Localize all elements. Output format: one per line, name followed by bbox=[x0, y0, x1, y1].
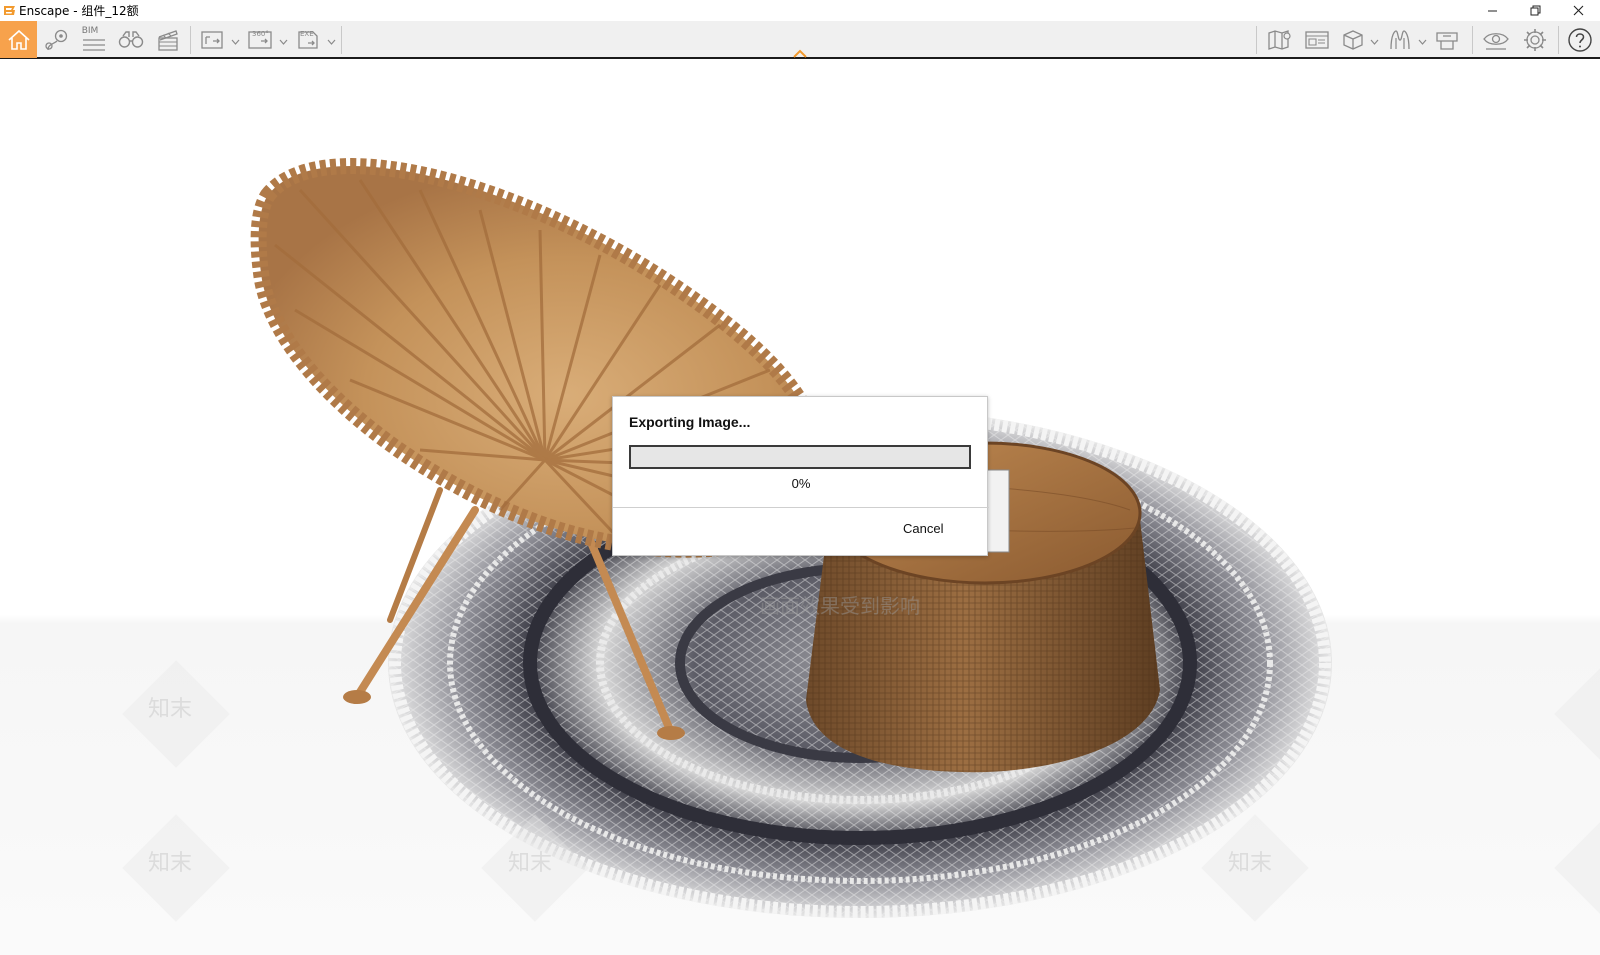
binoculars-icon bbox=[118, 30, 144, 48]
chevron-down-icon bbox=[231, 39, 240, 45]
bim-button[interactable]: BIM bbox=[77, 21, 111, 58]
title-bar: Enscape - 组件_12额 bbox=[0, 0, 1600, 21]
home-icon bbox=[7, 29, 30, 50]
orthographic-view-button[interactable] bbox=[1338, 21, 1368, 58]
mood-dropdown[interactable] bbox=[1418, 37, 1427, 46]
panorama-export-dropdown[interactable] bbox=[279, 37, 288, 46]
cancel-button[interactable]: Cancel bbox=[903, 521, 943, 536]
exe-label: EXE bbox=[300, 30, 314, 38]
export-progress-bar bbox=[629, 445, 971, 469]
progress-percent: 0% bbox=[791, 476, 811, 491]
watermark-text: 知末 bbox=[1228, 851, 1273, 876]
visual-settings-button[interactable] bbox=[1478, 21, 1514, 58]
chevron-down-icon bbox=[1370, 39, 1379, 45]
video-editor-button[interactable] bbox=[151, 21, 185, 58]
toolbar-separator bbox=[1256, 26, 1257, 54]
mood-icon bbox=[1390, 29, 1410, 49]
bim-label: BIM bbox=[81, 26, 99, 36]
panorama-export-button[interactable]: 360° bbox=[246, 21, 276, 58]
watermark-center-text: 画面效果受到影响 bbox=[760, 594, 920, 618]
toolbar-separator bbox=[341, 26, 342, 54]
chevron-up-icon bbox=[793, 49, 807, 58]
map-button[interactable] bbox=[1263, 21, 1297, 58]
visual-settings-icon bbox=[1483, 32, 1509, 50]
chevron-down-icon bbox=[1418, 39, 1427, 45]
dialog-title: Exporting Image... bbox=[629, 414, 751, 430]
help-button[interactable] bbox=[1563, 21, 1597, 58]
restore-button[interactable] bbox=[1514, 0, 1557, 21]
watermark-text: 知末 bbox=[508, 851, 553, 876]
toolbar-separator bbox=[1472, 26, 1473, 54]
close-icon bbox=[1573, 5, 1584, 16]
mood-button[interactable] bbox=[1384, 21, 1416, 58]
collapse-toolbar-button[interactable] bbox=[792, 44, 808, 58]
cube-view-icon bbox=[1343, 29, 1363, 50]
screenshot-export-dropdown[interactable] bbox=[231, 37, 240, 46]
view-management-button[interactable] bbox=[40, 21, 74, 58]
toolbar-separator bbox=[1558, 26, 1559, 54]
exe-export-button[interactable]: EXE bbox=[294, 21, 324, 58]
minimize-button[interactable] bbox=[1471, 0, 1514, 21]
toolbar-separator bbox=[190, 26, 191, 54]
export-progress-dialog: Exporting Image... 0% Cancel bbox=[612, 396, 989, 556]
settings-gear-icon bbox=[1524, 28, 1546, 51]
render-style-icon bbox=[1436, 31, 1458, 50]
help-icon bbox=[1568, 27, 1592, 52]
enscape-logo-icon bbox=[4, 6, 15, 15]
screenshot-export-icon bbox=[201, 30, 223, 49]
view-mode-dropdown[interactable] bbox=[1370, 37, 1379, 46]
close-button[interactable] bbox=[1557, 0, 1600, 21]
map-icon bbox=[1268, 29, 1291, 50]
watermark-text: 知末 bbox=[148, 851, 193, 876]
window-title: Enscape - 组件_12额 bbox=[19, 4, 139, 18]
render-style-button[interactable] bbox=[1430, 21, 1464, 58]
bim-list-icon bbox=[83, 39, 105, 51]
chevron-down-icon bbox=[279, 39, 288, 45]
screenshot-export-button[interactable] bbox=[198, 21, 228, 58]
exe-export-dropdown[interactable] bbox=[327, 37, 336, 46]
clapperboard-icon bbox=[158, 29, 178, 51]
map-pin-icon bbox=[45, 29, 68, 50]
window-view-button[interactable] bbox=[1300, 21, 1334, 58]
dialog-divider bbox=[613, 507, 989, 508]
toolbar: BIM 360° EXE bbox=[0, 21, 1600, 59]
minimize-icon bbox=[1488, 10, 1497, 12]
panorama-label: 360° bbox=[252, 30, 269, 38]
restore-icon bbox=[1530, 5, 1541, 16]
chevron-down-icon bbox=[327, 39, 336, 45]
watermark-text: 知末 bbox=[148, 697, 193, 722]
asset-library-button[interactable] bbox=[114, 21, 148, 58]
window-view-icon bbox=[1305, 30, 1329, 49]
settings-button[interactable] bbox=[1518, 21, 1552, 58]
home-button[interactable] bbox=[0, 21, 37, 58]
